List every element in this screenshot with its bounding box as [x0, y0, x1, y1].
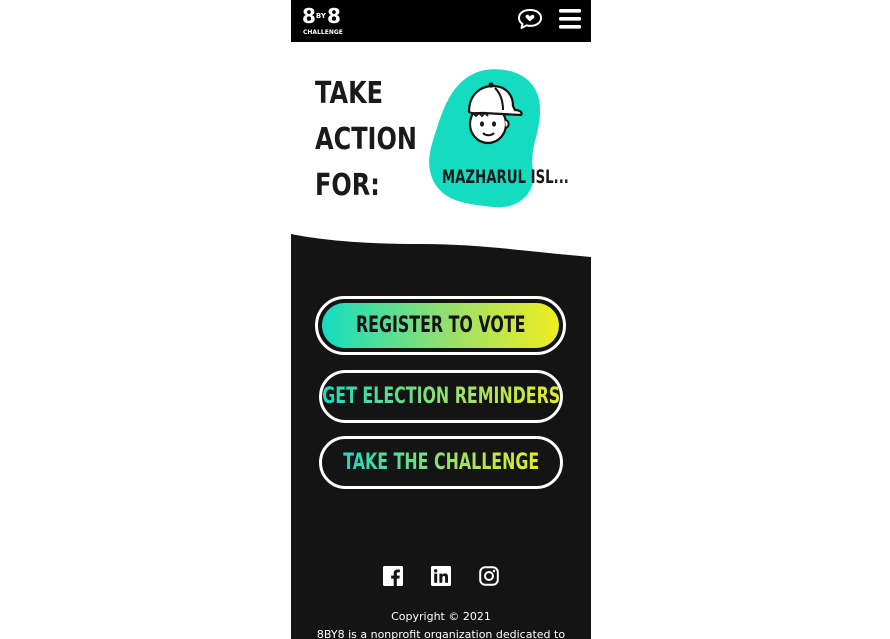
challenger-name: MAZHARUL ISL... [441, 166, 569, 188]
linkedin-link[interactable] [431, 566, 451, 586]
logo-subtitle: CHALLENGE [303, 29, 343, 36]
instagram-link[interactable] [479, 566, 499, 586]
app-screen: 8 BY 8 CHALLENGE TAKE ACTION FOR: MAZHAR… [291, 0, 591, 639]
copyright-text: Copyright © 2021 [391, 610, 491, 623]
chat-bubble-heart-icon [518, 9, 542, 29]
heading-line-2: ACTION [315, 122, 417, 157]
heading-line-1: TAKE [315, 76, 384, 111]
take-challenge-button[interactable]: TAKE THE CHALLENGE [319, 436, 563, 489]
logo-left-digit: 8 [302, 4, 316, 28]
linkedin-icon [431, 566, 451, 586]
challenger-card: MAZHARUL ISL... [423, 66, 569, 212]
facebook-icon [383, 566, 403, 586]
menu-button[interactable] [559, 8, 581, 30]
reminders-button-label: GET ELECTION REMINDERS [322, 384, 560, 409]
logo-wordmark: 8 BY 8 [302, 4, 341, 28]
register-to-vote-button[interactable]: REGISTER TO VOTE [315, 296, 566, 355]
logo-by: BY [315, 12, 326, 20]
election-reminders-button[interactable]: GET ELECTION REMINDERS [319, 370, 563, 423]
register-button-fill: REGISTER TO VOTE [322, 303, 559, 348]
top-bar: 8 BY 8 CHALLENGE [291, 0, 591, 42]
take-action-hero: TAKE ACTION FOR: MAZHARUL ISL... [291, 42, 591, 252]
cap-boy-avatar-icon [467, 82, 523, 145]
instagram-icon [479, 566, 499, 586]
take-action-heading: TAKE ACTION FOR: [315, 71, 417, 209]
register-button-label: REGISTER TO VOTE [355, 313, 526, 338]
logo[interactable]: 8 BY 8 CHALLENGE [302, 4, 343, 38]
hamburger-menu-icon [559, 9, 581, 29]
about-text: 8BY8 is a nonprofit organization dedicat… [316, 628, 566, 639]
challenge-button-label: TAKE THE CHALLENGE [342, 450, 540, 475]
chat-button[interactable] [517, 8, 543, 30]
facebook-link[interactable] [383, 566, 403, 586]
logo-right-digit: 8 [326, 4, 341, 28]
heading-line-3: FOR: [315, 168, 380, 203]
